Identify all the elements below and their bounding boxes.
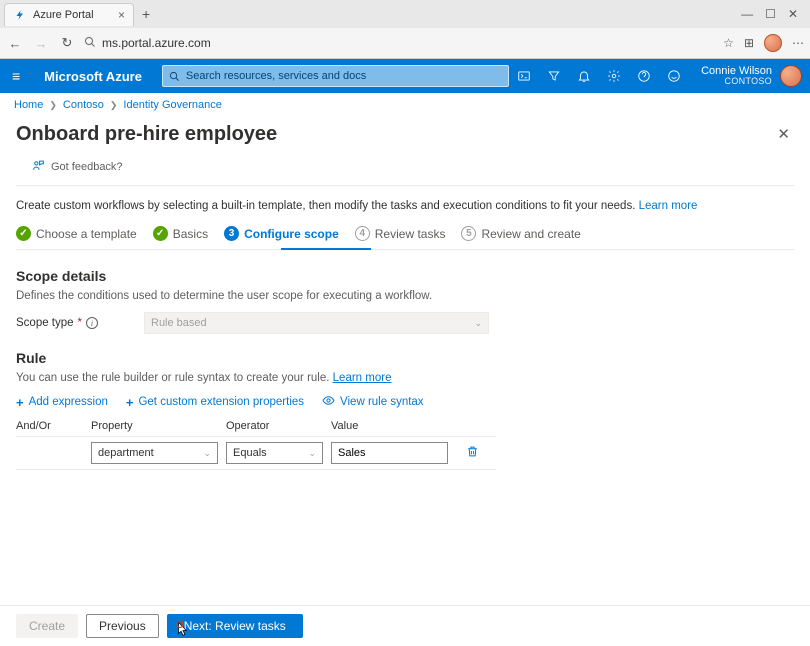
step-choose-template[interactable]: ✓ Choose a template [16, 226, 137, 241]
address-bar[interactable]: ms.portal.azure.com [84, 36, 715, 51]
account-menu[interactable]: Connie Wilson CONTOSO [689, 65, 810, 87]
check-icon: ✓ [153, 226, 168, 241]
feedback-icon[interactable] [659, 59, 689, 93]
create-button: Create [16, 614, 78, 638]
azure-brand[interactable]: Microsoft Azure [32, 69, 154, 84]
next-label: Next: Review tasks [184, 619, 286, 633]
step-review-create[interactable]: 5 Review and create [461, 226, 580, 241]
chevron-right-icon: ❯ [49, 100, 57, 111]
step-label: Basics [173, 227, 208, 241]
page-title: Onboard pre-hire employee [16, 123, 277, 146]
rule-learn-more-link[interactable]: Learn more [333, 372, 392, 384]
window-close-icon[interactable]: ✕ [788, 7, 798, 21]
azure-favicon-icon [13, 8, 27, 22]
property-value: department [98, 447, 154, 459]
nav-refresh-button[interactable]: ↻ [58, 35, 76, 51]
scope-type-label: Scope type [16, 317, 74, 329]
property-select[interactable]: department ⌄ [91, 442, 218, 464]
view-syntax-label: View rule syntax [340, 396, 424, 408]
col-header-andor: And/Or [16, 420, 91, 432]
help-icon[interactable] [629, 59, 659, 93]
scope-type-select: Rule based ⌄ [144, 312, 489, 334]
get-ext-label: Get custom extension properties [138, 396, 304, 408]
person-feedback-icon [32, 159, 45, 175]
chevron-down-icon: ⌄ [474, 318, 482, 329]
check-icon: ✓ [16, 226, 31, 241]
breadcrumb-contoso[interactable]: Contoso [63, 99, 104, 111]
feedback-label: Got feedback? [51, 161, 123, 173]
step-number-icon: 3 [224, 226, 239, 241]
info-icon[interactable]: i [86, 317, 98, 329]
step-label: Choose a template [36, 227, 137, 241]
operator-select[interactable]: Equals ⌄ [226, 442, 323, 464]
step-label: Configure scope [244, 227, 339, 241]
search-icon [84, 36, 96, 51]
col-header-property: Property [91, 420, 226, 432]
scope-details-desc: Defines the conditions used to determine… [16, 290, 794, 302]
settings-icon[interactable] [599, 59, 629, 93]
value-input[interactable] [331, 442, 448, 464]
search-icon [169, 71, 180, 82]
directories-filter-icon[interactable] [539, 59, 569, 93]
delete-row-button[interactable] [466, 445, 479, 461]
feedback-link[interactable]: Got feedback? [16, 153, 794, 186]
scope-details-heading: Scope details [16, 268, 794, 284]
hamburger-menu-icon[interactable]: ≡ [0, 68, 32, 84]
new-tab-button[interactable]: + [134, 6, 158, 22]
extensions-icon[interactable]: ⊞ [744, 36, 754, 50]
learn-more-link[interactable]: Learn more [639, 200, 698, 212]
step-number-icon: 5 [461, 226, 476, 241]
user-avatar [780, 65, 802, 87]
browser-profile-avatar[interactable] [764, 34, 782, 52]
chevron-right-icon: ❯ [110, 100, 118, 111]
tenant-label: CONTOSO [701, 77, 772, 87]
favorite-icon[interactable]: ☆ [723, 36, 734, 50]
step-configure-scope[interactable]: 3 Configure scope [224, 226, 339, 241]
get-extension-properties-button[interactable]: + Get custom extension properties [126, 394, 304, 410]
browser-tab[interactable]: Azure Portal × [4, 3, 134, 26]
tab-title: Azure Portal [33, 9, 94, 21]
previous-button[interactable]: Previous [86, 614, 159, 638]
nav-back-button[interactable]: ← [6, 36, 24, 51]
step-number-icon: 4 [355, 226, 370, 241]
intro-text: Create custom workflows by selecting a b… [16, 200, 635, 212]
required-indicator: * [78, 317, 82, 329]
plus-icon: + [16, 395, 24, 410]
step-label: Review and create [481, 227, 580, 241]
rule-row: department ⌄ Equals ⌄ [16, 436, 496, 470]
cloud-shell-icon[interactable] [509, 59, 539, 93]
url-text: ms.portal.azure.com [102, 36, 211, 50]
browser-menu-icon[interactable]: ⋯ [792, 36, 804, 50]
tab-close-icon[interactable]: × [118, 8, 125, 22]
rule-heading: Rule [16, 350, 794, 366]
step-label: Review tasks [375, 227, 446, 241]
step-review-tasks[interactable]: 4 Review tasks [355, 226, 446, 241]
close-blade-button[interactable]: ✕ [773, 121, 794, 147]
operator-value: Equals [233, 447, 267, 459]
chevron-down-icon: ⌄ [308, 448, 316, 459]
global-search-input[interactable] [162, 65, 509, 87]
plus-icon: + [126, 395, 134, 410]
add-expression-button[interactable]: + Add expression [16, 394, 108, 410]
next-review-tasks-button[interactable]: Next: Review tasks [167, 614, 303, 638]
scope-type-value: Rule based [151, 317, 207, 329]
global-search-field[interactable] [186, 70, 502, 82]
window-minimize-icon[interactable]: — [741, 7, 753, 21]
breadcrumb-home[interactable]: Home [14, 99, 43, 111]
create-label: Create [29, 619, 65, 633]
previous-label: Previous [99, 619, 146, 633]
breadcrumb: Home ❯ Contoso ❯ Identity Governance [0, 93, 810, 117]
view-rule-syntax-button[interactable]: View rule syntax [322, 394, 424, 410]
step-basics[interactable]: ✓ Basics [153, 226, 208, 241]
col-header-operator: Operator [226, 420, 331, 432]
eye-icon [322, 394, 335, 410]
nav-forward-button: → [32, 36, 50, 51]
notifications-icon[interactable] [569, 59, 599, 93]
breadcrumb-identity-governance[interactable]: Identity Governance [123, 99, 221, 111]
window-maximize-icon[interactable]: ☐ [765, 7, 776, 21]
chevron-down-icon: ⌄ [203, 448, 211, 459]
rule-desc: You can use the rule builder or rule syn… [16, 372, 329, 384]
col-header-value: Value [331, 420, 451, 432]
add-expression-label: Add expression [29, 396, 108, 408]
